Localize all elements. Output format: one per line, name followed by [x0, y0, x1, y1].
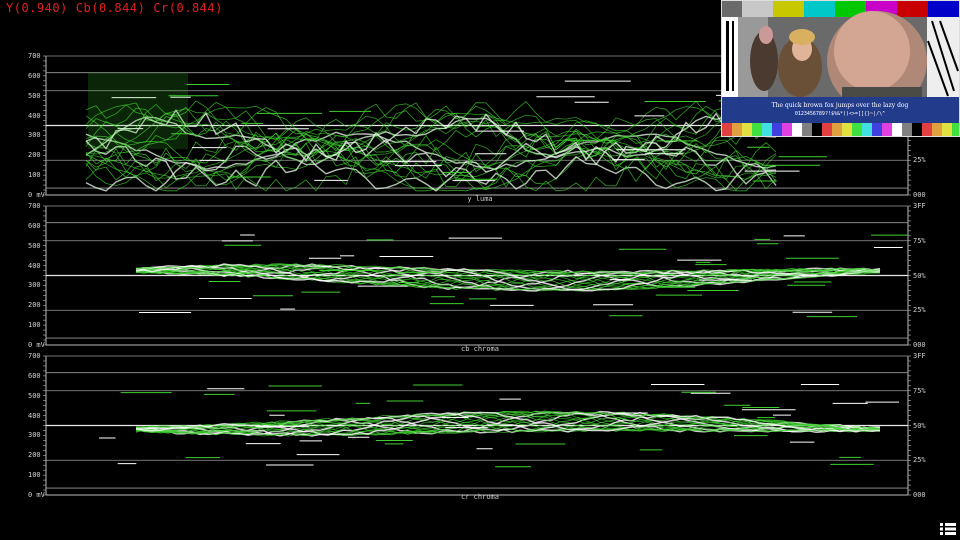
left-tick-label: 700	[28, 52, 41, 60]
left-tick-label: 200	[28, 151, 41, 160]
y-value: Y(0.940)	[6, 1, 68, 15]
left-tick-label: 500	[28, 391, 41, 400]
right-tick-label: 000	[913, 341, 926, 349]
signal-readout: Y(0.940) Cb(0.844) Cr(0.844)	[6, 1, 231, 15]
left-tick-label: 400	[28, 261, 41, 270]
preview-caption: The quick brown fox jumps over the lazy …	[772, 102, 909, 109]
left-tick-label: 0 mV	[28, 491, 45, 499]
right-tick-label: 3FF	[913, 352, 926, 360]
left-tick-label: 600	[28, 221, 41, 230]
right-tick-label: 3FF	[913, 202, 926, 210]
left-tick-label: 0 mV	[28, 191, 45, 199]
left-tick-label: 300	[28, 281, 41, 290]
left-tick-label: 400	[28, 111, 41, 120]
right-tick-label: 000	[913, 491, 926, 499]
cb-chroma-trace	[43, 205, 911, 346]
left-tick-label: 100	[28, 171, 41, 180]
cr-chroma-waveform: 700 600 500 400 300 200 100 0 mV 3FF 75% 50% 25% 000…	[0, 350, 960, 502]
left-tick-label: 0 mV	[28, 341, 45, 349]
right-tick-label: 25%	[913, 156, 926, 165]
cr-chroma-title: cr chroma	[461, 493, 499, 501]
left-tick-label: 100	[28, 321, 41, 330]
video-preview[interactable]: The quick brown fox jumps over the lazy …	[721, 0, 960, 137]
right-tick-label: 75%	[913, 236, 926, 245]
left-tick-label: 600	[28, 371, 41, 380]
left-tick-label: 600	[28, 71, 41, 80]
left-tick-label: 700	[28, 202, 41, 210]
left-tick-label: 200	[28, 451, 41, 460]
right-tick-label: 50%	[913, 271, 926, 280]
preview-frame: The quick brown fox jumps over the lazy …	[722, 1, 959, 136]
left-tick-label: 200	[28, 301, 41, 310]
cr-value: Cr(0.844)	[153, 1, 223, 15]
left-tick-label: 100	[28, 471, 41, 480]
right-tick-label: 50%	[913, 421, 926, 430]
left-tick-label: 300	[28, 131, 41, 140]
left-tick-label: 500	[28, 241, 41, 250]
right-tick-label: 25%	[913, 456, 926, 465]
left-tick-label: 700	[28, 352, 41, 360]
right-tick-label: 25%	[913, 306, 926, 315]
right-tick-label: 75%	[913, 386, 926, 395]
preview-chars: 0123456789?!$%&*()<>=[]{}~|/\^	[795, 111, 885, 117]
cb-chroma-waveform: 700 600 500 400 300 200 100 0 mV 3FF 75% 50% 25% 000…	[0, 200, 960, 354]
cb-value: Cb(0.844)	[75, 1, 146, 15]
list-menu-icon[interactable]	[940, 521, 956, 535]
left-tick-label: 400	[28, 411, 41, 420]
cr-chroma-trace	[43, 355, 911, 496]
right-tick-label: 000	[913, 191, 926, 199]
left-tick-label: 300	[28, 431, 41, 440]
left-tick-label: 500	[28, 91, 41, 100]
